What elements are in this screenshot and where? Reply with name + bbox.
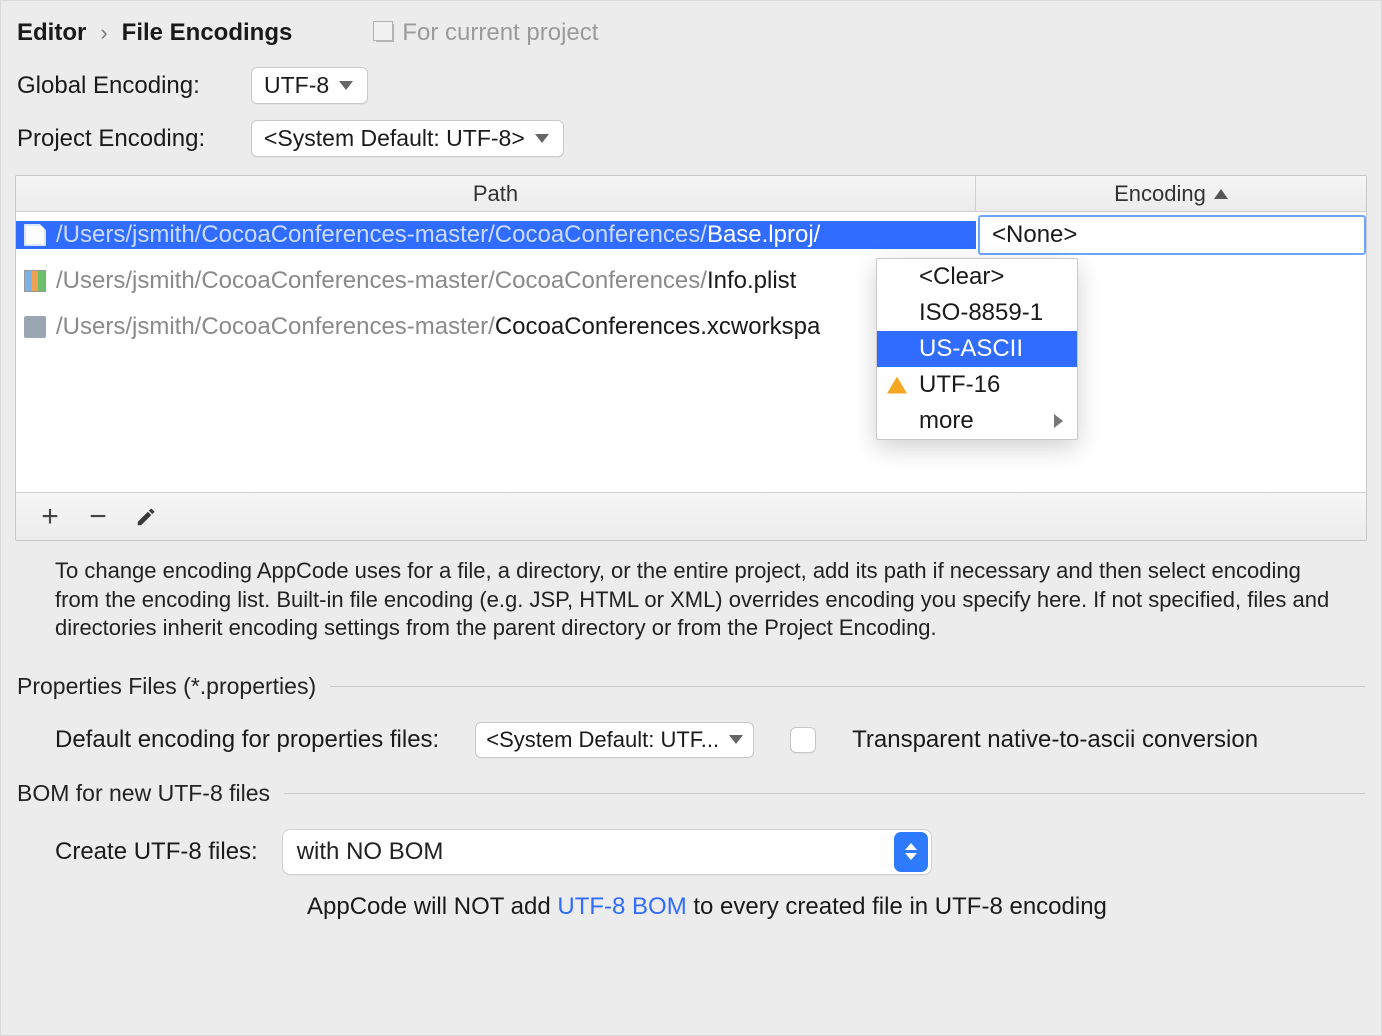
row-encoding-combo[interactable]: <None>: [978, 215, 1366, 255]
properties-section-legend: Properties Files (*.properties): [17, 673, 316, 700]
native-to-ascii-checkbox[interactable]: [790, 727, 816, 753]
folder-icon: [24, 316, 46, 338]
chevron-down-icon: [729, 735, 743, 744]
separator: [284, 793, 1365, 794]
table-row[interactable]: /Users/jsmith/CocoaConferences-master/Co…: [16, 212, 1366, 258]
encoding-option-iso88591[interactable]: ISO-8859-1: [877, 295, 1077, 331]
scope-indicator: For current project: [376, 19, 598, 47]
native-to-ascii-label: Transparent native-to-ascii conversion: [852, 726, 1258, 754]
scope-label: For current project: [402, 19, 598, 47]
create-utf8-value: with NO BOM: [297, 838, 444, 866]
chevron-down-icon: [339, 81, 353, 90]
sort-ascending-icon: [1214, 189, 1228, 199]
table-row[interactable]: /Users/jsmith/CocoaConferences-master/Co…: [16, 304, 1366, 350]
global-encoding-label: Global Encoding:: [17, 72, 227, 100]
path-dir: /Users/jsmith/CocoaConferences-master/Co…: [56, 221, 707, 248]
properties-default-encoding-combo[interactable]: <System Default: UTF...: [475, 722, 754, 758]
global-encoding-value: UTF-8: [264, 72, 329, 99]
plist-icon: [24, 270, 46, 292]
path-dir: /Users/jsmith/CocoaConferences-master/: [56, 313, 495, 340]
table-row[interactable]: /Users/jsmith/CocoaConferences-master/Co…: [16, 258, 1366, 304]
remove-button[interactable]: [82, 501, 114, 533]
column-header-encoding-label: Encoding: [1114, 181, 1206, 207]
help-text: To change encoding AppCode uses for a fi…: [1, 541, 1381, 651]
add-button[interactable]: [34, 501, 66, 533]
chevron-right-icon: ›: [100, 20, 107, 46]
bom-section-legend: BOM for new UTF-8 files: [17, 780, 270, 807]
warning-icon: [887, 377, 907, 394]
encoding-option-usascii[interactable]: US-ASCII: [877, 331, 1077, 367]
chevron-down-icon: [535, 134, 549, 143]
path-name: Info.plist: [707, 267, 796, 294]
properties-default-encoding-value: <System Default: UTF...: [486, 727, 719, 753]
global-encoding-combo[interactable]: UTF-8: [251, 67, 368, 104]
project-scope-icon: [376, 24, 394, 42]
breadcrumb-editor[interactable]: Editor: [17, 19, 86, 47]
chevron-right-icon: [1054, 414, 1063, 428]
row-encoding-value: <None>: [992, 221, 1077, 249]
encoding-option-utf16[interactable]: UTF-16: [877, 367, 1077, 403]
project-encoding-combo[interactable]: <System Default: UTF-8>: [251, 120, 564, 157]
encoding-option-more-label: more: [919, 407, 974, 435]
column-header-encoding[interactable]: Encoding: [976, 176, 1366, 211]
column-header-path[interactable]: Path: [16, 176, 976, 211]
encoding-table: Path Encoding /Users/jsmith/CocoaConfere…: [15, 175, 1367, 541]
bom-note: AppCode will NOT add UTF-8 BOM to every …: [17, 875, 1365, 921]
path-name: Base.lproj/: [707, 221, 820, 248]
breadcrumb: Editor › File Encodings For current proj…: [1, 1, 1381, 47]
encoding-option-utf16-label: UTF-16: [919, 371, 1000, 399]
path-name: CocoaConferences.xcworkspa: [495, 313, 821, 340]
utf8-bom-link[interactable]: UTF-8 BOM: [557, 893, 686, 920]
project-encoding-label: Project Encoding:: [17, 125, 227, 153]
encoding-dropdown: <Clear> ISO-8859-1 US-ASCII UTF-16 more: [876, 258, 1078, 440]
select-stepper-icon: [894, 832, 928, 872]
file-icon: [24, 224, 46, 246]
project-encoding-value: <System Default: UTF-8>: [264, 125, 525, 152]
create-utf8-select[interactable]: with NO BOM: [282, 829, 932, 875]
separator: [330, 686, 1365, 687]
breadcrumb-page: File Encodings: [122, 19, 293, 47]
properties-default-encoding-label: Default encoding for properties files:: [55, 726, 439, 754]
create-utf8-label: Create UTF-8 files:: [55, 838, 258, 866]
edit-button[interactable]: [130, 501, 162, 533]
encoding-option-clear[interactable]: <Clear>: [877, 259, 1077, 295]
path-dir: /Users/jsmith/CocoaConferences-master/Co…: [56, 267, 707, 294]
encoding-option-more[interactable]: more: [877, 403, 1077, 439]
